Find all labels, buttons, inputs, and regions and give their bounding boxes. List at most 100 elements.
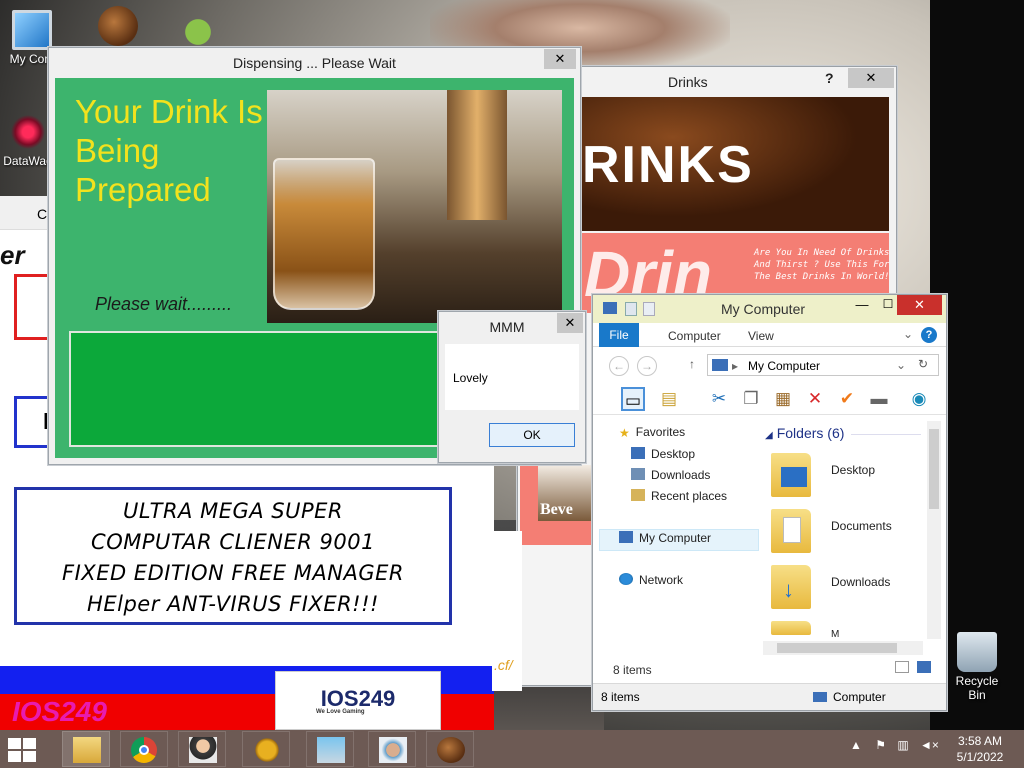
nav-my-computer[interactable]: My Computer [619,531,711,545]
folder-label-desktop[interactable]: Desktop [831,463,875,477]
system-tray: ▲ ⚑ ▥ ◄× [850,738,939,752]
refresh-icon[interactable]: ↻ [918,357,928,371]
layout-pane-icon[interactable]: ▭ [621,387,645,411]
datawag-icon [8,112,48,152]
horizontal-scrollbar[interactable] [763,641,923,655]
delete-icon[interactable]: ✕ [803,387,827,411]
tab-view[interactable]: View [748,329,774,343]
nav-label: Favorites [635,425,686,439]
start-button[interactable] [8,738,38,762]
network-status-icon[interactable]: ▥ [897,738,908,752]
status-bar: 8 items Computer [593,683,946,710]
details-view-icon[interactable] [895,661,909,673]
person-icon [189,737,217,763]
cleaner-title-line: HElper ANT-VIRUS FIXER!!! [87,592,379,616]
folder-label-music[interactable]: M [831,629,839,640]
nav-label: Recent places [651,489,728,503]
item-count: 8 items [613,663,652,677]
drinks-close-button[interactable]: ✕ [848,68,894,88]
nav-downloads[interactable]: Downloads [631,468,710,482]
cleaner-tab-label[interactable]: C [37,206,47,222]
taskbar-file-explorer[interactable] [62,731,110,767]
address-bar[interactable]: ▸ My Computer ⌄ ↻ [707,354,939,376]
dispensing-heading: Your Drink Is Being Prepared [75,93,263,208]
properties-icon[interactable] [625,302,637,316]
cleaner-title-line: FIXED EDITION FREE MANAGER [62,561,404,585]
up-arrow-icon[interactable]: ↑ [689,357,695,371]
desktop-icon-label: Recycle Bin [955,674,999,702]
paste-icon[interactable]: ▦ [771,387,795,411]
computer-icon [813,692,827,702]
folder-icon[interactable] [771,509,811,553]
help-icon[interactable]: ? [921,327,937,343]
help-button[interactable]: ? [825,70,834,86]
desktop-icon-recycle-bin[interactable]: Recycle Bin [946,632,1008,702]
computer-icon [12,10,52,50]
address-dropdown-icon[interactable]: ⌄ [896,358,906,372]
action-center-icon[interactable]: ⚑ [875,738,886,752]
dispensing-titlebar[interactable]: Dispensing ... Please Wait ✕ [49,48,580,78]
folder-icon[interactable] [771,453,811,497]
folder-icon[interactable] [771,621,811,635]
scrollbar-thumb[interactable] [929,429,939,509]
volume-muted-icon[interactable]: ◄× [920,738,939,752]
tab-computer[interactable]: Computer [668,329,721,343]
drinks-link[interactable]: .cf/ [494,657,513,673]
check-icon[interactable]: ✔ [835,387,859,411]
taskbar-person-app[interactable] [178,731,226,767]
properties-icon[interactable]: ▤ [657,387,681,411]
coffee-bean-icon [437,737,465,763]
taskbar-coffee-app[interactable] [426,731,474,767]
taskbar-avatar-app[interactable] [368,731,416,767]
folders-group-header[interactable]: ◢ Folders (6) [765,425,922,441]
dispensing-close-button[interactable]: ✕ [544,49,576,69]
explorer-window: My Computer — ☐ ✕ File Computer View ⌄ ?… [592,294,947,711]
rename-icon[interactable]: ▬ [867,387,891,411]
nav-network[interactable]: Network [619,573,683,587]
coffee-bean-icon [98,6,138,46]
nav-favorites[interactable]: ★ Favorites [619,425,686,440]
cleaner-title-box: ULTRA MEGA SUPER COMPUTAR CLIENER 9001 F… [14,487,452,625]
nav-recent-places[interactable]: Recent places [631,489,727,503]
quick-access-toolbar[interactable] [603,302,659,316]
mmm-titlebar[interactable]: MMM ✕ [439,312,585,342]
ok-button[interactable]: OK [489,423,575,447]
clock[interactable]: 3:58 AM 5/1/2022 [946,733,1014,765]
status-location: Computer [813,690,886,704]
computer-icon [712,359,728,371]
folder-label-downloads[interactable]: Downloads [831,575,890,589]
globe-icon[interactable]: ◉ [907,387,931,411]
tray-overflow-button[interactable]: ▲ [850,738,862,752]
command-toolbar: ▭ ▤ ✂ ❐ ▦ ✕ ✔ ▬ ◉ [593,383,946,415]
minimize-button[interactable]: — [849,297,875,317]
drinks-promo-text: Are You In Need Of Drinks And Thirst ? U… [754,248,889,282]
folder-icon[interactable]: ↓ [771,565,811,609]
tab-file[interactable]: File [599,323,639,347]
chevron-down-icon[interactable]: ⌄ [903,327,913,341]
vertical-scrollbar[interactable] [927,421,941,639]
skype-icon [317,737,345,763]
explorer-titlebar[interactable]: My Computer — ☐ ✕ [593,295,946,323]
beverage-thumbnail[interactable]: Beve [520,465,594,545]
mmm-close-button[interactable]: ✕ [557,313,583,333]
back-button[interactable]: ← [609,356,629,376]
desktop-icon-coffee[interactable] [90,6,146,48]
forward-button[interactable]: → [637,356,657,376]
desktop-overlay-icon [781,467,807,487]
cut-icon[interactable]: ✂ [707,387,731,411]
copy-icon[interactable]: ❐ [739,387,763,411]
taskbar-chrome[interactable] [120,731,168,767]
folders-header-label: Folders (6) [776,425,845,441]
nav-desktop[interactable]: Desktop [631,447,695,461]
status-item-count: 8 items [601,690,640,704]
large-icons-view-icon[interactable] [917,661,931,673]
new-folder-icon[interactable] [643,302,655,316]
ribbon-tabs: File Computer View ⌄ ? [593,323,946,347]
taskbar-settings[interactable] [242,731,290,767]
scrollbar-thumb[interactable] [777,643,897,653]
desktop-icon-android[interactable] [170,8,226,50]
folder-label-documents[interactable]: Documents [831,519,892,533]
explorer-close-button[interactable]: ✕ [897,295,942,315]
taskbar-skype[interactable] [306,731,354,767]
nav-label: Network [639,573,684,587]
